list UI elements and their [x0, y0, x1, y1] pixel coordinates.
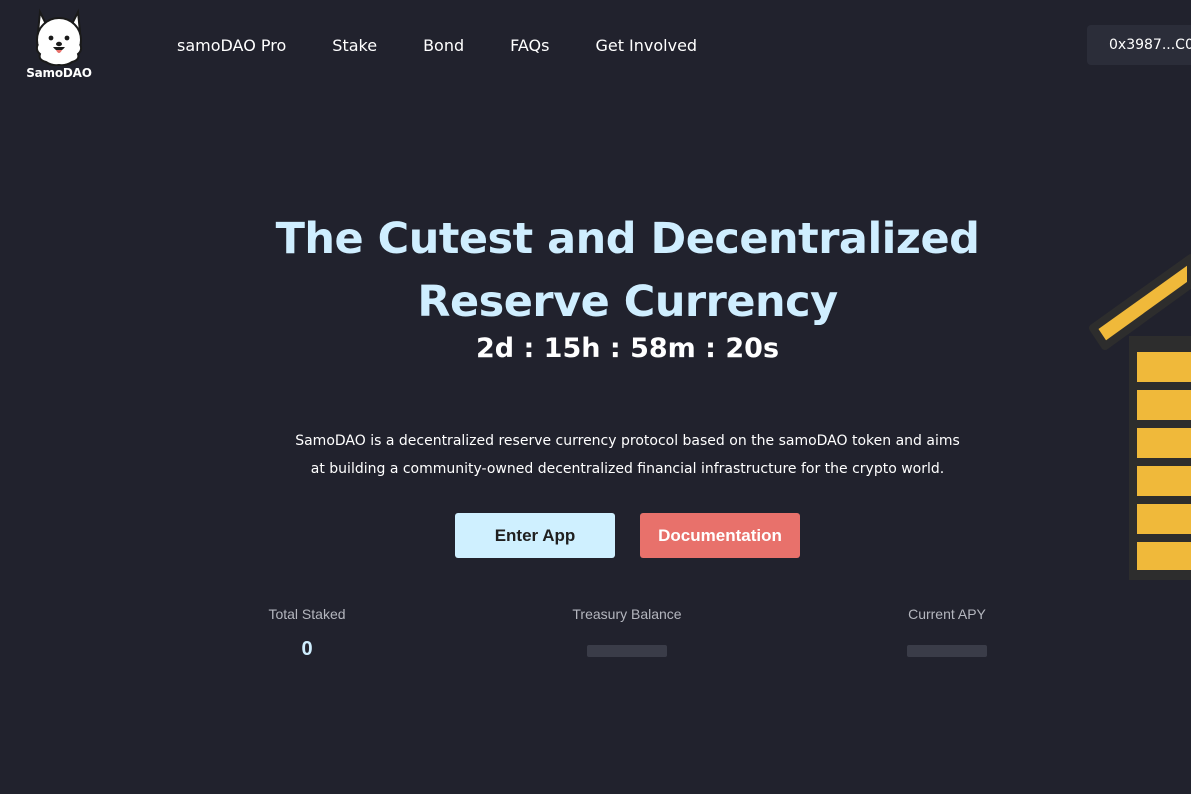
samoyed-dog-icon — [35, 8, 83, 66]
brand-logo[interactable]: SamoDAO — [24, 8, 94, 86]
current-apy-loading-skeleton — [907, 645, 987, 657]
nav-item-faqs[interactable]: FAQs — [510, 34, 549, 58]
treasury-balance-loading-skeleton — [587, 645, 667, 657]
house-plank — [1137, 390, 1191, 420]
total-staked-label: Total Staked — [268, 606, 346, 622]
house-plank — [1137, 542, 1191, 570]
enter-app-button[interactable]: Enter App — [455, 513, 615, 558]
nav-item-samodao-pro[interactable]: samoDAO Pro — [177, 34, 286, 58]
hero-description-line-1: SamoDAO is a decentralized reserve curre… — [295, 433, 960, 449]
house-plank — [1137, 352, 1191, 382]
nav-item-stake[interactable]: Stake — [332, 34, 377, 58]
countdown-timer: 2d : 15h : 58m : 20s — [475, 333, 780, 364]
hero-description: SamoDAO is a decentralized reserve curre… — [280, 427, 975, 483]
dog-house-illustration — [1089, 254, 1191, 580]
hero-title-line-1: The Cutest and Decentralized — [275, 214, 980, 264]
house-plank — [1137, 428, 1191, 458]
landing-page: SamoDAO samoDAO Pro Stake Bond FAQs Get … — [0, 0, 1191, 794]
treasury-balance-label: Treasury Balance — [572, 606, 682, 622]
nav-item-bond[interactable]: Bond — [423, 34, 464, 58]
total-staked-value: 0 — [301, 638, 313, 660]
current-apy-label: Current APY — [908, 606, 986, 622]
house-plank — [1137, 466, 1191, 496]
hero-title-line-2: Reserve Currency — [417, 277, 838, 327]
brand-name: SamoDAO — [26, 66, 92, 80]
house-plank — [1137, 504, 1191, 534]
wallet-address-button[interactable]: 0x3987...C02 — [1087, 25, 1191, 65]
main-nav: samoDAO Pro Stake Bond FAQs Get Involved — [177, 34, 697, 58]
nav-item-get-involved[interactable]: Get Involved — [595, 34, 697, 58]
documentation-button[interactable]: Documentation — [640, 513, 800, 558]
hero-description-line-2: at building a community-owned decentrali… — [310, 461, 945, 477]
hero-title: The Cutest and Decentralized Reserve Cur… — [200, 208, 1055, 334]
